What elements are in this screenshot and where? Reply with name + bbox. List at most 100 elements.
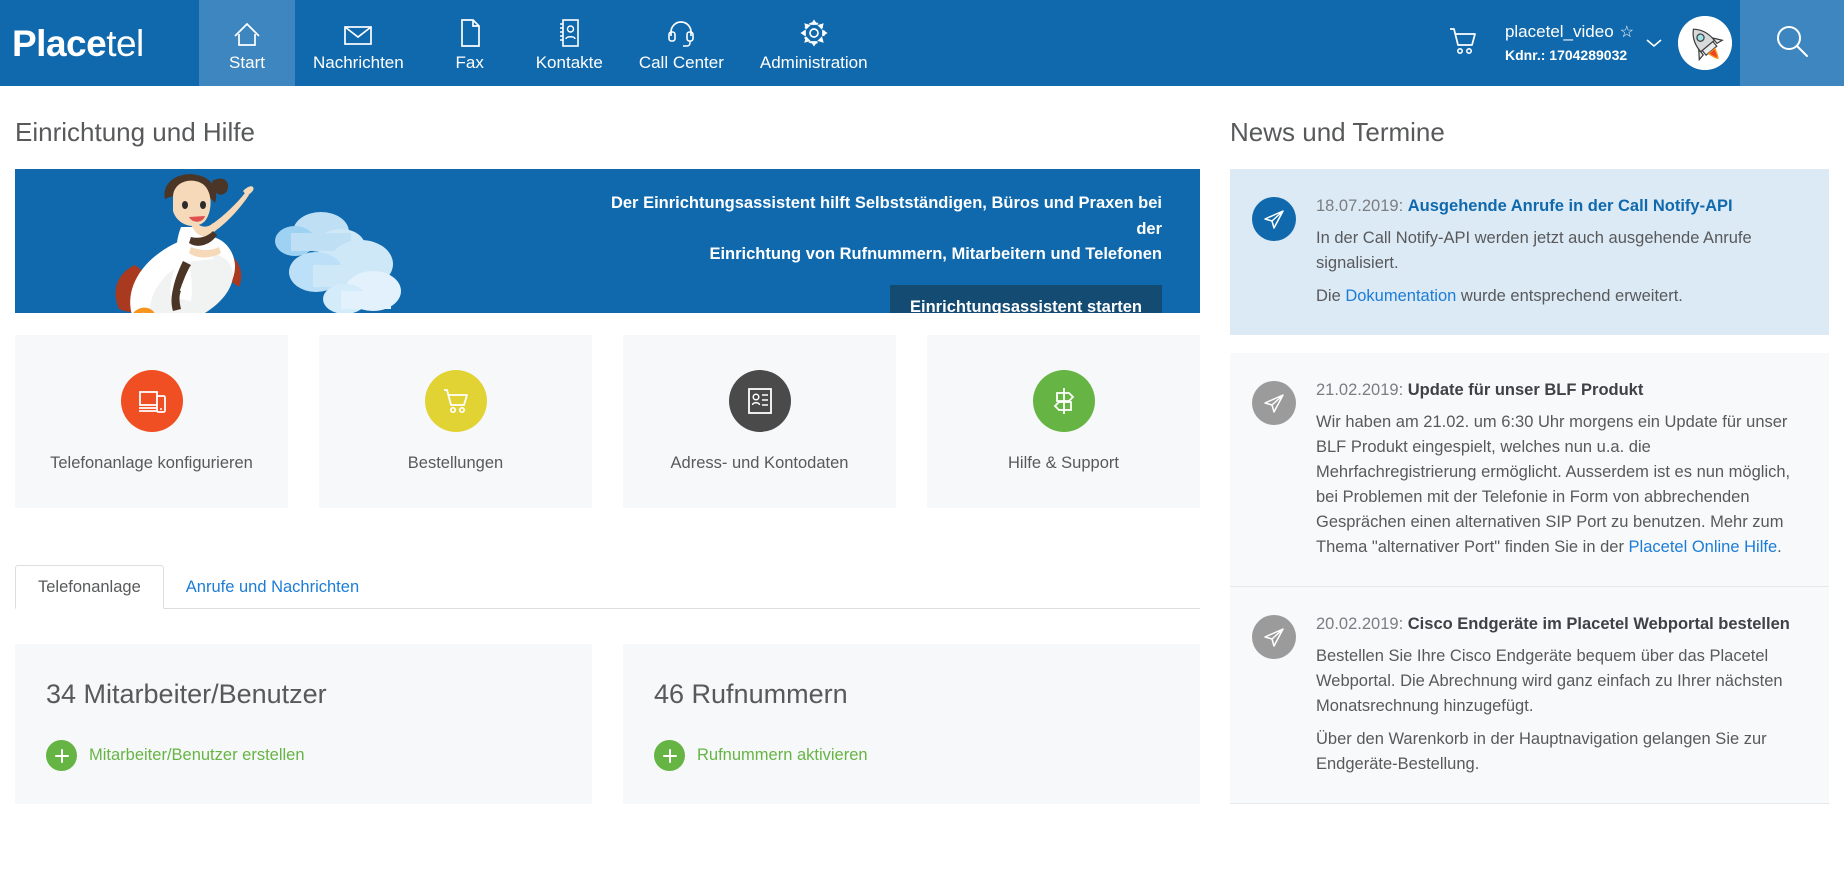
nav-item-start[interactable]: Start [199,0,295,86]
paper-plane-icon [1252,197,1296,241]
cloud-group [275,212,401,313]
news-date: 21.02.2019: [1316,381,1404,399]
star-icon[interactable]: ☆ [1620,22,1634,44]
news-inline-link[interactable]: Placetel Online Hilfe [1629,538,1778,556]
gear-icon [799,16,829,48]
nav-label: Administration [759,52,868,72]
news-paragraph: Die Dokumentation wurde entsprechend erw… [1316,284,1805,309]
news-text: . [1777,538,1782,557]
stat-title: 46 Rufnummern [654,679,848,709]
news-section-title: News und Termine [1230,117,1445,147]
news-head: 21.02.2019: Update für unser BLF Produkt [1316,379,1805,402]
banner-line-2: Einrichtung von Rufnummern, Mitarbeitern… [709,245,1162,264]
plus-icon [46,740,77,771]
stat-card-mitarbeiter: 34 Mitarbeiter/Benutzer Mitarbeiter/Benu… [15,644,592,804]
rocket-avatar-icon [1678,16,1732,70]
search-button[interactable] [1740,0,1844,86]
nav-item-nachrichten[interactable]: Nachrichten [295,0,422,86]
news-title[interactable]: Cisco Endgeräte im Placetel Webportal be… [1408,615,1790,633]
stat-title: 34 Mitarbeiter/Benutzer [46,679,327,709]
news-body: 18.07.2019: Ausgehende Anrufe in der Cal… [1316,195,1805,309]
tile-icon-bg [1032,370,1095,432]
brand-logo[interactable]: Placetel [0,0,199,86]
content-tabs: Telefonanlage Anrufe und Nachrichten [15,561,1200,609]
news-paragraph: Wir haben am 21.02. um 6:30 Uhr morgens … [1316,410,1805,560]
news-title[interactable]: Update für unser BLF Produkt [1408,381,1644,399]
news-list: 18.07.2019: Ausgehende Anrufe in der Cal… [1230,169,1829,805]
nav-item-kontakte[interactable]: Kontakte [518,0,621,86]
header-right-area: placetel_video ☆ Kdnr.: 1704289032 [1421,0,1844,86]
logo-text: Placetel [12,25,144,62]
stat-card-rufnummern: 46 Rufnummern Rufnummern aktivieren [623,644,1200,804]
news-body: 20.02.2019: Cisco Endgeräte im Placetel … [1316,613,1805,777]
tile-icon-bg [424,370,487,432]
news-text: Über den Warenkorb in der Hauptnavigatio… [1316,730,1767,774]
cart-icon [1447,25,1479,62]
account-name-row: placetel_video ☆ [1505,21,1634,44]
stat-action-label: Mitarbeiter/Benutzer erstellen [89,746,305,764]
news-item[interactable]: 18.07.2019: Ausgehende Anrufe in der Cal… [1230,169,1829,335]
account-name: placetel_video [1504,22,1614,42]
tile-icon-bg [120,370,183,432]
news-paragraph: In der Call Notify-API werden jetzt auch… [1316,226,1805,276]
tile-adress-und-kontodaten[interactable]: Adress- und Kontodaten [623,335,896,508]
account-text: placetel_video ☆ Kdnr.: 1704289032 [1505,21,1634,65]
news-body: 21.02.2019: Update für unser BLF Produkt… [1316,379,1805,560]
paper-plane-icon [1252,615,1296,660]
left-column: Einrichtung und Hilfe Der Einrichtungsas… [0,86,1215,804]
nav-label: Start [229,52,265,72]
banner-text: Der Einrichtungsassistent hilft Selbstst… [600,191,1162,268]
news-title[interactable]: Ausgehende Anrufe in der Call Notify-API [1408,197,1733,215]
document-icon [458,16,482,48]
news-item[interactable]: 21.02.2019: Update für unser BLF Produkt… [1230,353,1829,588]
tile-label: Bestellungen [407,454,504,472]
start-setup-assistant-button[interactable]: Einrichtungsassistent starten [890,284,1162,313]
nav-label: Fax [455,52,484,72]
page-body: Einrichtung und Hilfe Der Einrichtungsas… [0,86,1844,871]
nav-item-call-center[interactable]: Call Center [621,0,742,86]
nav-label: Nachrichten [313,52,404,72]
news-text: wurde entsprechend erweitert. [1456,286,1683,305]
rocket-illustration [115,174,401,313]
news-text: In der Call Notify-API werden jetzt auch… [1316,228,1752,272]
news-text: Die [1316,286,1346,305]
app-header: Placetel Start Nachrichten Fax Kontakte … [0,0,1844,86]
tab-anrufe-und-nachrichten[interactable]: Anrufe und Nachrichten [164,566,381,609]
news-paragraph: Bestellen Sie Ihre Cisco Endgeräte beque… [1316,644,1805,719]
home-icon [232,16,262,48]
tile-hilfe-support[interactable]: Hilfe & Support [927,335,1200,508]
nav-item-fax[interactable]: Fax [422,0,518,86]
news-text: Bestellen Sie Ihre Cisco Endgeräte beque… [1316,647,1783,716]
news-item[interactable]: 20.02.2019: Cisco Endgeräte im Placetel … [1230,587,1829,805]
signpost-icon [1053,388,1074,414]
nav-label: Call Center [638,52,724,72]
tile-telefonanlage-konfigurieren[interactable]: Telefonanlage konfigurieren [15,335,288,508]
stat-action-label: Rufnummern aktivieren [697,746,868,764]
news-inline-link[interactable]: Dokumentation [1345,287,1456,305]
banner-line-1: Der Einrichtungsassistent hilft Selbstst… [610,194,1162,238]
quick-action-tiles: Telefonanlage konfigurieren Bestellungen [15,335,1200,508]
headset-icon [666,16,696,48]
stat-cards: 34 Mitarbeiter/Benutzer Mitarbeiter/Benu… [15,644,1200,804]
cart-icon [443,389,468,414]
news-head: 20.02.2019: Cisco Endgeräte im Placetel … [1316,613,1805,636]
account-menu[interactable]: placetel_video ☆ Kdnr.: 1704289032 [1505,16,1740,70]
news-date: 18.07.2019: [1316,197,1404,215]
main-navigation: Start Nachrichten Fax Kontakte Call Cent [199,0,886,86]
contact-book-icon [557,16,581,48]
tile-label: Hilfe & Support [1008,454,1119,472]
avatar[interactable] [1678,16,1732,70]
search-icon [1772,21,1812,66]
cart-button[interactable] [1421,25,1505,62]
news-paragraph: Über den Warenkorb in der Hauptnavigatio… [1316,727,1805,777]
tile-bestellungen[interactable]: Bestellungen [319,335,592,508]
id-card-icon [747,388,772,414]
create-user-action[interactable]: Mitarbeiter/Benutzer erstellen [46,740,561,771]
activate-number-action[interactable]: Rufnummern aktivieren [654,740,1169,771]
logo-text-light: tel [106,22,144,64]
tile-label: Telefonanlage konfigurieren [50,454,253,472]
page-title: Einrichtung und Hilfe [15,117,255,147]
chevron-down-icon[interactable] [1644,36,1664,50]
tab-telefonanlage[interactable]: Telefonanlage [15,564,164,609]
nav-item-administration[interactable]: Administration [742,0,886,86]
